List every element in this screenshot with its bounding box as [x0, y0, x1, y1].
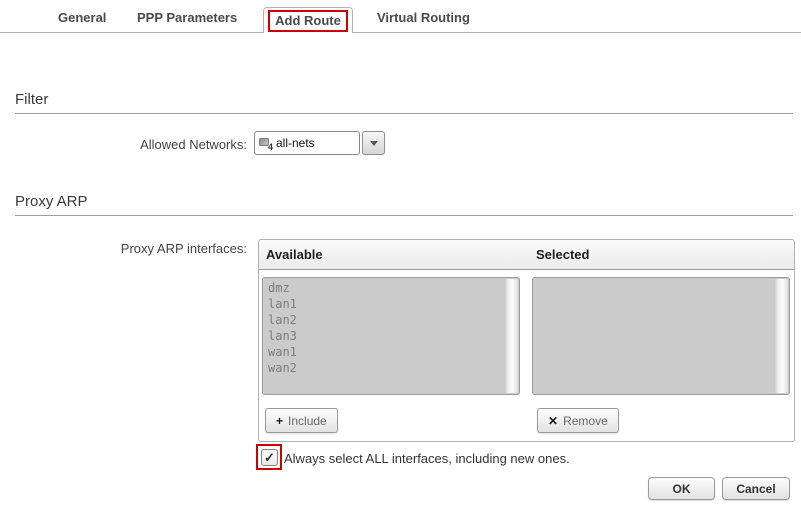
list-item[interactable]: wan2 — [268, 360, 519, 376]
always-select-checkbox[interactable]: ✓ — [261, 449, 278, 466]
ok-button[interactable]: OK — [648, 477, 715, 500]
ip4-network-icon: 4 — [259, 137, 273, 150]
list-item[interactable]: wan1 — [268, 344, 519, 360]
tab-virtual-routing[interactable]: Virtual Routing — [377, 4, 470, 32]
proxy-arp-interfaces-label: Proxy ARP interfaces: — [0, 241, 247, 256]
always-select-label: Always select ALL interfaces, including … — [284, 451, 570, 466]
add-route-highlight-box: Add Route — [268, 10, 348, 32]
available-listbox[interactable]: dmz lan1 lan2 lan3 wan1 wan2 — [262, 277, 520, 395]
selected-scrollbar[interactable] — [774, 279, 788, 393]
tab-bar: General PPP Parameters Add Route Virtual… — [0, 0, 801, 33]
list-item[interactable]: dmz — [268, 280, 519, 296]
tab-ppp-parameters[interactable]: PPP Parameters — [137, 4, 237, 32]
tab-general[interactable]: General — [58, 4, 106, 32]
cancel-button[interactable]: Cancel — [722, 477, 790, 500]
list-item[interactable]: lan1 — [268, 296, 519, 312]
include-button-label: Include — [288, 414, 327, 428]
include-button[interactable]: + Include — [265, 408, 338, 433]
tab-add-route[interactable]: Add Route — [263, 7, 353, 33]
ip4-badge: 4 — [268, 142, 273, 152]
allowed-networks-dropdown[interactable]: 4 all-nets — [254, 131, 360, 155]
selected-listbox[interactable] — [532, 277, 790, 395]
allowed-networks-value: all-nets — [276, 136, 315, 150]
tab-strip-divider — [0, 32, 801, 33]
proxy-arp-dual-list-panel: Available Selected dmz lan1 lan2 lan3 wa… — [258, 239, 795, 442]
remove-button[interactable]: ✕ Remove — [537, 408, 619, 433]
allowed-networks-dropdown-button[interactable] — [362, 131, 385, 155]
available-scrollbar[interactable] — [504, 279, 518, 393]
chevron-down-icon — [370, 141, 378, 146]
list-item[interactable]: lan3 — [268, 328, 519, 344]
plus-icon: + — [276, 414, 283, 428]
remove-button-label: Remove — [563, 414, 608, 428]
available-header: Available — [266, 240, 323, 270]
dual-list-header: Available Selected — [259, 240, 794, 270]
list-item[interactable]: lan2 — [268, 312, 519, 328]
filter-section-heading: Filter — [15, 91, 793, 114]
checkmark-icon: ✓ — [264, 450, 275, 466]
selected-header: Selected — [536, 240, 589, 270]
proxy-arp-section-heading: Proxy ARP — [15, 193, 793, 216]
x-icon: ✕ — [548, 414, 558, 428]
allowed-networks-label: Allowed Networks: — [0, 137, 247, 152]
